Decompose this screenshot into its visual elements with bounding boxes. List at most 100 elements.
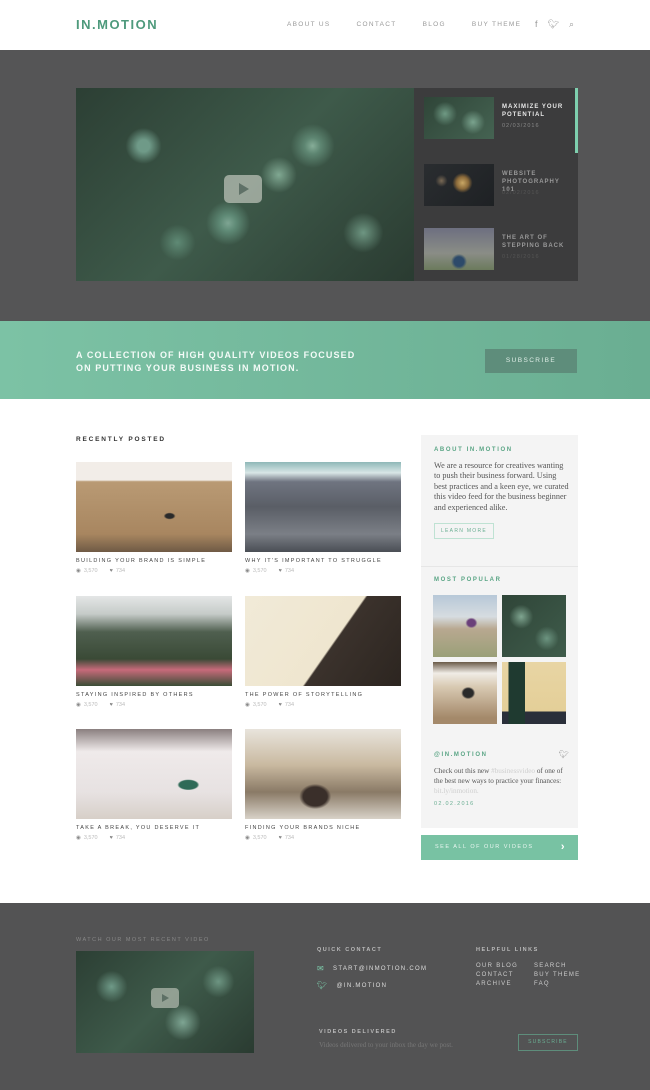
section-title: Recently Posted <box>76 436 166 443</box>
tweet-text-part: Check out this new <box>434 767 492 775</box>
nav-contact[interactable]: Contact <box>357 21 397 28</box>
post-card[interactable]: Finding your brands niche ◉ 3,570 ♥ 734 <box>245 729 401 841</box>
facebook-icon[interactable]: f <box>535 19 538 29</box>
site-header: IN.MOTION About Us Contact Blog Buy Them… <box>0 0 650 50</box>
contact-twitter[interactable]: 🐦︎ @in.motion <box>317 981 387 990</box>
helpful-links: Our Blog Search Contact Buy Theme Archiv… <box>476 963 594 987</box>
post-card[interactable]: Staying inspired by others ◉ 3,570 ♥ 734 <box>76 596 232 708</box>
playlist-title: Maximize Your Potential <box>502 104 564 118</box>
heart-icon: ♥ <box>109 568 113 574</box>
popular-thumbnail[interactable] <box>433 662 497 724</box>
search-icon[interactable]: ⌕ <box>569 19 574 29</box>
playlist-thumbnail <box>424 164 494 206</box>
hero-section: Maximize Your Potential 02/03/2016 Websi… <box>0 50 650 321</box>
post-title: The power of storytelling <box>245 692 364 698</box>
main-content: Recently Posted Building your brand is s… <box>0 399 650 903</box>
banner-text: A collection of high quality videos focu… <box>76 349 355 374</box>
link-archive[interactable]: Archive <box>476 981 534 987</box>
post-meta: ◉ 3,570 ♥ 734 <box>76 835 232 841</box>
post-card[interactable]: Why it's important to struggle ◉ 3,570 ♥ 73… <box>245 462 401 574</box>
post-image <box>76 462 232 552</box>
heart-icon: ♥ <box>109 702 113 708</box>
play-icon[interactable] <box>151 988 179 1008</box>
post-image <box>245 462 401 552</box>
heart-icon: ♥ <box>278 702 282 708</box>
eye-icon: ◉ <box>76 835 81 841</box>
post-title: Building your brand is simple <box>76 558 207 564</box>
learn-more-button[interactable]: Learn More <box>434 523 494 540</box>
post-image <box>76 596 232 686</box>
footer-subscribe-button[interactable]: Subscribe <box>518 1034 578 1051</box>
contact-email[interactable]: ✉ start@inmotion.com <box>317 964 427 973</box>
tweet-link[interactable]: bit.ly/inmotion. <box>434 787 479 795</box>
link-our-blog[interactable]: Our Blog <box>476 963 534 969</box>
post-meta: ◉ 3,570 ♥ 734 <box>76 568 232 574</box>
twitter-icon[interactable]: 🐦︎ <box>548 19 559 29</box>
main-nav: About Us Contact Blog Buy Theme <box>287 21 547 28</box>
email-text: start@inmotion.com <box>333 965 428 972</box>
nav-about-us[interactable]: About Us <box>287 21 331 28</box>
featured-video[interactable] <box>76 88 414 281</box>
playlist-item[interactable]: Website Photography 101 02/02/2016 <box>424 164 574 208</box>
popular-thumbnail[interactable] <box>502 595 566 657</box>
twitter-widget: @In.Motion 🐦︎ Check out this new #busine… <box>434 750 569 807</box>
sidebar: About In.Motion We are a resource for cr… <box>421 435 578 828</box>
post-card[interactable]: The power of storytelling ◉ 3,570 ♥ 734 <box>245 596 401 708</box>
view-count: 3,570 <box>252 702 267 708</box>
about-text: We are a resource for creatives wanting … <box>434 461 569 512</box>
subscribe-button[interactable]: Subscribe <box>485 349 577 373</box>
playlist-item[interactable]: Maximize Your Potential 02/03/2016 <box>424 97 574 141</box>
post-meta: ◉ 3,570 ♥ 734 <box>76 702 232 708</box>
like-count: 734 <box>284 835 295 841</box>
heart-icon: ♥ <box>278 835 282 841</box>
popular-thumbnail[interactable] <box>433 595 497 657</box>
post-meta: ◉ 3,570 ♥ 734 <box>245 835 401 841</box>
playlist-title: The Art of Stepping Back <box>502 235 565 249</box>
see-all-label: See all of our videos <box>435 844 534 850</box>
chevron-right-icon: › <box>560 841 566 853</box>
tweet-date: 02.02.2016 <box>434 801 475 807</box>
like-count: 734 <box>115 835 126 841</box>
tweet-hashtag[interactable]: #businessvideo <box>491 767 535 775</box>
post-title: Staying inspired by others <box>76 692 194 698</box>
link-contact[interactable]: Contact <box>476 972 534 978</box>
eye-icon: ◉ <box>76 702 81 708</box>
site-footer: Watch our most recent video Quick Contac… <box>0 903 650 1090</box>
twitter-handle[interactable]: @In.Motion <box>434 752 569 758</box>
popular-thumbnail[interactable] <box>502 662 566 724</box>
playlist-thumbnail <box>424 228 494 270</box>
video-playlist: Maximize Your Potential 02/03/2016 Websi… <box>414 88 578 281</box>
playlist-date: 02/02/2016 <box>502 190 540 196</box>
social-links: f 🐦︎ ⌕ <box>535 19 574 29</box>
link-buy-theme[interactable]: Buy Theme <box>534 972 594 978</box>
playlist-item[interactable]: The Art of Stepping Back 01/28/2016 <box>424 228 574 272</box>
recent-video-label: Watch our most recent video <box>76 937 210 943</box>
mail-icon: ✉ <box>317 964 326 973</box>
nav-blog[interactable]: Blog <box>423 21 446 28</box>
subscribe-banner: A collection of high quality videos focu… <box>0 321 650 399</box>
see-all-videos-button[interactable]: See all of our videos › <box>421 835 578 860</box>
play-icon[interactable] <box>224 175 262 203</box>
heart-icon: ♥ <box>278 568 282 574</box>
eye-icon: ◉ <box>245 568 250 574</box>
link-faq[interactable]: FAQ <box>534 981 594 987</box>
logo[interactable]: IN.MOTION <box>76 17 158 32</box>
about-title: About In.Motion <box>434 447 513 453</box>
about-widget: About In.Motion We are a resource for cr… <box>434 447 569 540</box>
like-count: 734 <box>284 568 295 574</box>
playlist-scrollbar[interactable] <box>575 88 578 153</box>
link-search[interactable]: Search <box>534 963 594 969</box>
twitter-icon[interactable]: 🐦︎ <box>559 750 569 759</box>
post-card[interactable]: Building your brand is simple ◉ 3,570 ♥ 734 <box>76 462 232 574</box>
quick-contact-title: Quick Contact <box>317 947 383 953</box>
view-count: 3,570 <box>252 835 267 841</box>
post-meta: ◉ 3,570 ♥ 734 <box>245 702 401 708</box>
eye-icon: ◉ <box>245 835 250 841</box>
nav-buy-theme[interactable]: Buy Theme <box>472 21 521 28</box>
twitter-icon: 🐦︎ <box>317 981 329 990</box>
footer-video[interactable] <box>76 951 254 1053</box>
post-card[interactable]: Take a break, you deserve it ◉ 3,570 ♥ 734 <box>76 729 232 841</box>
post-image <box>76 729 232 819</box>
banner-line-2: on putting your business in motion. <box>76 362 300 373</box>
like-count: 734 <box>115 702 126 708</box>
